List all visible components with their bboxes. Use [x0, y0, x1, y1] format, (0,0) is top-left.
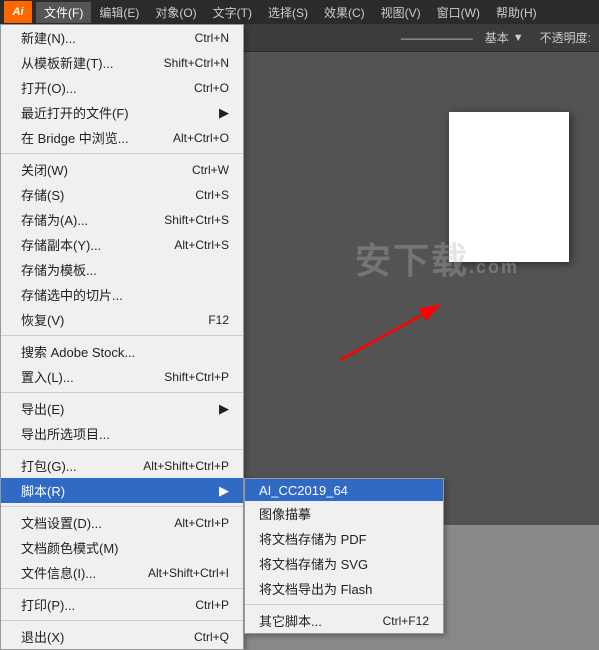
menu-place[interactable]: 置入(L)... Shift+Ctrl+P	[1, 364, 243, 389]
script-image-trace[interactable]: 图像描摹	[245, 501, 443, 526]
menu-new-from-template[interactable]: 从模板新建(T)... Shift+Ctrl+N	[1, 50, 243, 75]
toolbar-basic-label: 基本	[485, 29, 509, 46]
menu-effect[interactable]: 效果(C)	[316, 2, 373, 23]
menu-revert[interactable]: 恢复(V) F12	[1, 307, 243, 332]
separator-4	[1, 449, 243, 450]
script-save-svg[interactable]: 将文档存储为 SVG	[245, 551, 443, 576]
menu-export-selected[interactable]: 导出所选项目...	[1, 421, 243, 446]
menu-quit[interactable]: 退出(X) Ctrl+Q	[1, 624, 243, 649]
menu-help[interactable]: 帮助(H)	[488, 2, 545, 23]
menu-save-as[interactable]: 存储为(A)... Shift+Ctrl+S	[1, 207, 243, 232]
menu-text[interactable]: 文字(T)	[205, 2, 260, 23]
separator-1	[1, 153, 243, 154]
menu-object[interactable]: 对象(O)	[147, 2, 204, 23]
menu-file[interactable]: 文件(F)	[36, 2, 91, 23]
file-dropdown-menu: 新建(N)... Ctrl+N 从模板新建(T)... Shift+Ctrl+N…	[0, 24, 244, 650]
menu-save-slices[interactable]: 存储选中的切片...	[1, 282, 243, 307]
scripts-submenu: AI_CC2019_64 图像描摹 将文档存储为 PDF 将文档存储为 SVG …	[244, 478, 444, 634]
menu-print[interactable]: 打印(P)... Ctrl+P	[1, 592, 243, 617]
menu-export[interactable]: 导出(E) ▶	[1, 396, 243, 421]
menu-save[interactable]: 存储(S) Ctrl+S	[1, 182, 243, 207]
separator-2	[1, 335, 243, 336]
watermark: 安下载.com	[355, 232, 519, 284]
menu-bridge[interactable]: 在 Bridge 中浏览... Alt+Ctrl+O	[1, 125, 243, 150]
toolbar-opacity-label: ——————	[401, 31, 473, 45]
menu-scripts[interactable]: 脚本(R) ▶ AI_CC2019_64 图像描摹 将文档存储为 PDF 将文档…	[1, 478, 243, 503]
menu-search-stock[interactable]: 搜索 Adobe Stock...	[1, 339, 243, 364]
app-logo: Ai	[4, 1, 32, 23]
separator-3	[1, 392, 243, 393]
script-other[interactable]: 其它脚本... Ctrl+F12	[245, 608, 443, 633]
menu-edit[interactable]: 编辑(E)	[91, 2, 147, 23]
script-export-flash[interactable]: 将文档导出为 Flash	[245, 576, 443, 601]
menu-new[interactable]: 新建(N)... Ctrl+N	[1, 25, 243, 50]
app-background: Ai 文件(F) 编辑(E) 对象(O) 文字(T) 选择(S) 效果(C) 视…	[0, 0, 599, 525]
menu-window[interactable]: 窗口(W)	[429, 2, 488, 23]
menu-recent-files[interactable]: 最近打开的文件(F) ▶	[1, 100, 243, 125]
menu-select[interactable]: 选择(S)	[260, 2, 316, 23]
separator-5	[1, 506, 243, 507]
separator-7	[1, 620, 243, 621]
toolbar-opacity-text: 不透明度:	[540, 29, 591, 46]
menubar: Ai 文件(F) 编辑(E) 对象(O) 文字(T) 选择(S) 效果(C) 视…	[0, 0, 599, 24]
script-ai-cc2019[interactable]: AI_CC2019_64	[245, 479, 443, 501]
toolbar-controls: —————— 基本 ▼ 不透明度:	[401, 29, 591, 46]
scripts-separator	[245, 604, 443, 605]
menu-doc-setup[interactable]: 文档设置(D)... Alt+Ctrl+P	[1, 510, 243, 535]
menu-close[interactable]: 关闭(W) Ctrl+W	[1, 157, 243, 182]
menu-view[interactable]: 视图(V)	[373, 2, 429, 23]
toolbar-basic-dropdown-icon[interactable]: ▼	[513, 32, 524, 44]
script-save-pdf[interactable]: 将文档存储为 PDF	[245, 526, 443, 551]
menu-open[interactable]: 打开(O)... Ctrl+O	[1, 75, 243, 100]
menu-doc-color-mode[interactable]: 文档颜色模式(M)	[1, 535, 243, 560]
separator-6	[1, 588, 243, 589]
menu-package[interactable]: 打包(G)... Alt+Shift+Ctrl+P	[1, 453, 243, 478]
menu-file-info[interactable]: 文件信息(I)... Alt+Shift+Ctrl+I	[1, 560, 243, 585]
menu-save-copy[interactable]: 存储副本(Y)... Alt+Ctrl+S	[1, 232, 243, 257]
menu-save-template[interactable]: 存储为模板...	[1, 257, 243, 282]
